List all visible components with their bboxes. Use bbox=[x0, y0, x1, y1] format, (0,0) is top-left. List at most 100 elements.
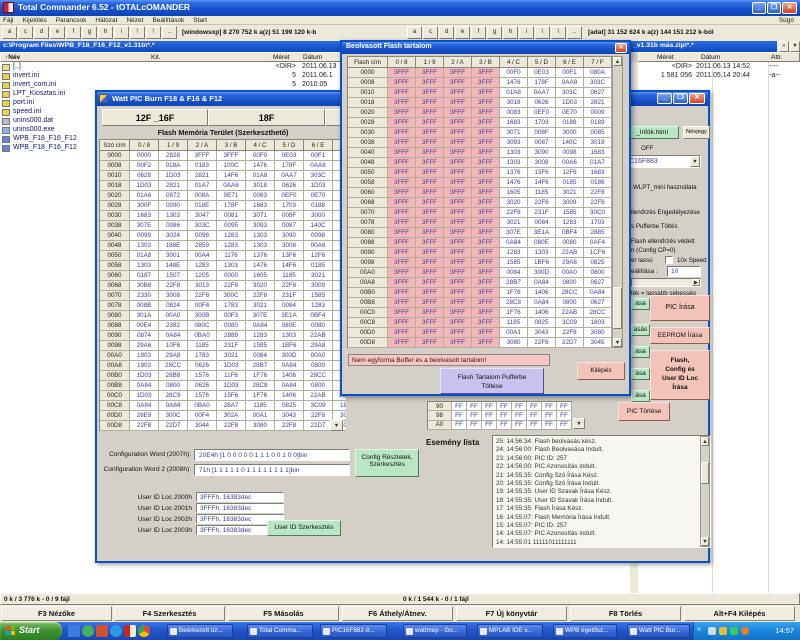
flash-cell[interactable]: 3080 bbox=[246, 421, 275, 431]
readback-cell[interactable]: 3FFF bbox=[444, 138, 472, 148]
tray-chrome-icon[interactable] bbox=[741, 627, 749, 635]
flash-cell[interactable]: 008B bbox=[130, 301, 159, 311]
task-button[interactable]: WPB égetősz... bbox=[553, 624, 617, 638]
flash-cell[interactable]: 22AB bbox=[304, 391, 333, 401]
eeprom-cell[interactable]: FF bbox=[527, 420, 542, 430]
readback-cell[interactable]: 178F bbox=[528, 78, 556, 88]
flash-cell[interactable]: 0000 bbox=[130, 151, 159, 161]
readback-cell[interactable]: 3FFF bbox=[416, 158, 444, 168]
flash-cell[interactable]: 2330 bbox=[130, 291, 159, 301]
readback-cell[interactable]: 3E1A bbox=[528, 228, 556, 238]
flash-cell[interactable]: 1303 bbox=[130, 241, 159, 251]
readback-cell[interactable]: 3FFF bbox=[388, 188, 416, 198]
flash-cell[interactable]: 1185 bbox=[188, 341, 217, 351]
readback-cell[interactable]: 0627 bbox=[584, 298, 612, 308]
flash-cell[interactable]: 3FFF bbox=[188, 151, 217, 161]
flash-cell[interactable]: 14F6 bbox=[217, 171, 246, 181]
flash-cell[interactable]: 0A84 bbox=[246, 321, 275, 331]
readback-cell[interactable]: 3043 bbox=[528, 328, 556, 338]
readback-cell[interactable]: 3FFF bbox=[388, 218, 416, 228]
flash-cell[interactable]: 1205 bbox=[188, 271, 217, 281]
flash-cell[interactable]: 231F bbox=[275, 291, 304, 301]
flash-cell[interactable]: 3000 bbox=[304, 211, 333, 221]
readback-cell[interactable]: 3FFF bbox=[444, 318, 472, 328]
readback-cell[interactable]: 303C bbox=[556, 88, 584, 98]
readback-cell[interactable]: 0098 bbox=[556, 148, 584, 158]
event-scroll-thumb[interactable] bbox=[701, 462, 709, 484]
readback-cell[interactable]: 3019 bbox=[584, 138, 612, 148]
eeprom-cell[interactable]: FF bbox=[467, 411, 482, 421]
flash-cell[interactable]: 0187 bbox=[130, 271, 159, 281]
eeprom-cell[interactable]: FF bbox=[467, 402, 482, 412]
readback-cell[interactable]: 0627 bbox=[584, 88, 612, 98]
tc-titlebar[interactable]: Total Commander 6.52 - tOTALcOMANDER _ ❐… bbox=[0, 0, 800, 16]
task-button[interactable]: MPLAB IDE v... bbox=[477, 624, 543, 638]
menu-nézet[interactable]: Nézet bbox=[126, 17, 143, 24]
flash-cell[interactable]: 100C bbox=[217, 161, 246, 171]
readback-cell[interactable]: 0AF4 bbox=[584, 238, 612, 248]
readback-cell[interactable]: 3FFF bbox=[388, 298, 416, 308]
flash-cell[interactable]: 0626 bbox=[275, 181, 304, 191]
flash-cell[interactable]: 3043 bbox=[275, 411, 304, 421]
event-scroll-up[interactable]: ▲ bbox=[701, 437, 709, 446]
flash-cell[interactable]: 2821 bbox=[159, 181, 188, 191]
eeprom-cell[interactable]: FF bbox=[497, 420, 512, 430]
flash-cell[interactable]: 1F76 bbox=[246, 371, 275, 381]
pic-maximize-button[interactable]: ❐ bbox=[673, 93, 688, 104]
readback-cell[interactable]: 3FFF bbox=[444, 118, 472, 128]
readback-cell[interactable]: 3080 bbox=[584, 328, 612, 338]
readback-cell[interactable]: 1683 bbox=[500, 118, 528, 128]
tray-network-icon[interactable] bbox=[708, 627, 716, 635]
flash-cell[interactable]: 1F76 bbox=[246, 391, 275, 401]
readback-cell[interactable]: 3FFF bbox=[416, 328, 444, 338]
readback-cell[interactable]: 00A6 bbox=[556, 158, 584, 168]
readback-cell[interactable]: 008F bbox=[528, 128, 556, 138]
readback-cell[interactable]: 3FFF bbox=[472, 308, 500, 318]
flash-cell[interactable]: 301A bbox=[130, 311, 159, 321]
readback-cell[interactable]: 3093 bbox=[500, 138, 528, 148]
readback-cell[interactable]: 1F76 bbox=[500, 288, 528, 298]
readback-cell[interactable]: 22AB bbox=[556, 248, 584, 258]
tc-minimize-button[interactable]: _ bbox=[752, 2, 766, 14]
drive-h-button[interactable]: h bbox=[98, 26, 113, 39]
flash-cell[interactable]: 080C bbox=[188, 321, 217, 331]
readback-cell[interactable]: 1283 bbox=[556, 218, 584, 228]
readback-cell[interactable]: 3FFF bbox=[416, 288, 444, 298]
flash-cell[interactable]: 0626 bbox=[188, 361, 217, 371]
readback-cell[interactable]: 3071 bbox=[500, 128, 528, 138]
flash-cell[interactable]: 1683 bbox=[130, 211, 159, 221]
readback-cell[interactable]: 3FFF bbox=[472, 178, 500, 188]
eeprom-cell[interactable]: FF bbox=[527, 411, 542, 421]
event-list[interactable]: 25: 14:56:34: Flash beolvasás kész. 24: 1… bbox=[492, 435, 711, 548]
drive-\-button[interactable]: \ bbox=[535, 26, 550, 39]
readback-cell[interactable]: 3FFF bbox=[472, 218, 500, 228]
flash-cell[interactable]: 29A8 bbox=[159, 351, 188, 361]
flash-cell[interactable]: 01A8 bbox=[130, 251, 159, 261]
eeprom-cell[interactable]: FF bbox=[527, 402, 542, 412]
load-buffer-button[interactable]: Flash Tartalom Pufferbe Töltése bbox=[440, 368, 544, 394]
readback-cell[interactable]: 14F6 bbox=[528, 178, 556, 188]
flash-cell[interactable]: 300F bbox=[130, 201, 159, 211]
flash-cell[interactable]: 0084 bbox=[246, 351, 275, 361]
flash-cell[interactable]: 1BF6 bbox=[275, 341, 304, 351]
flash-cell[interactable]: 300B bbox=[188, 311, 217, 321]
drive-\-button[interactable]: \ bbox=[551, 26, 566, 39]
flash-cell[interactable]: 0188 bbox=[304, 201, 333, 211]
drive-e-button[interactable]: e bbox=[50, 26, 65, 39]
flash-cell[interactable]: 3044 bbox=[188, 421, 217, 431]
flash-cell[interactable]: 1283 bbox=[188, 261, 217, 271]
readback-cell[interactable]: 0825 bbox=[528, 318, 556, 328]
readback-cell[interactable]: 1406 bbox=[528, 288, 556, 298]
readback-cell[interactable]: 1185 bbox=[528, 188, 556, 198]
flash-config-userid-write-button[interactable]: Flash, Config és User ID Loc Írása bbox=[650, 350, 710, 400]
readback-scroll-up[interactable]: ▲ bbox=[613, 57, 622, 66]
flash-cell[interactable]: 0098 bbox=[188, 231, 217, 241]
readback-cell[interactable]: 3FFF bbox=[388, 178, 416, 188]
flash-memory-table[interactable]: Szó cím 0 / 81 / 92 / A3 / B4 / C5 / D6 /… bbox=[99, 139, 346, 431]
drive-i-button[interactable]: i bbox=[519, 26, 534, 39]
eeprom-cell[interactable]: FF bbox=[452, 420, 467, 430]
readback-cell[interactable]: 3FFF bbox=[416, 268, 444, 278]
flash-cell[interactable]: 00F0 bbox=[246, 151, 275, 161]
flash-cell[interactable]: 1303 bbox=[217, 261, 246, 271]
readback-cell[interactable]: 1683 bbox=[584, 168, 612, 178]
